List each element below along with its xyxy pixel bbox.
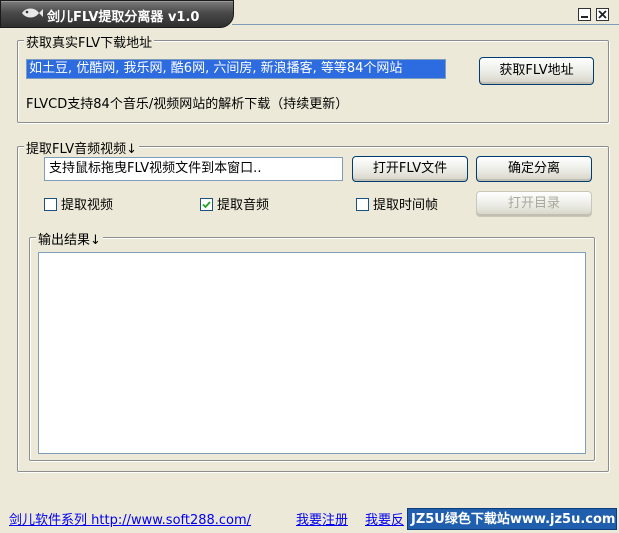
output-group: 输出结果↓ bbox=[29, 229, 595, 461]
checkbox-label: 提取音频 bbox=[217, 198, 270, 213]
register-link[interactable]: 我要注册 bbox=[296, 509, 348, 528]
feedback-link[interactable]: 我要反 bbox=[365, 509, 404, 528]
extract-timeframe-checkbox[interactable]: 提取时间帧 bbox=[356, 194, 439, 213]
minimize-icon bbox=[581, 16, 588, 18]
output-results-box[interactable] bbox=[38, 252, 586, 454]
flvcd-info-text: FLVCD支持84个音乐/视频网站的解析下载（持续更新） bbox=[26, 97, 349, 112]
confirm-split-button[interactable]: 确定分离 bbox=[476, 156, 592, 182]
app-window: 剑儿FLV提取分离器 v1.0 获取真实FLV下载地址 如土豆, 优酷网, 我乐… bbox=[0, 0, 619, 533]
checkbox-box[interactable] bbox=[200, 198, 213, 211]
extract-group: 提取FLV音频视频↓ 支持鼠标拖曳FLV视频文件到本窗口.. 打开FLV文件 确… bbox=[17, 138, 609, 472]
extract-group-title: 提取FLV音频视频↓ bbox=[24, 138, 140, 157]
extract-audio-checkbox[interactable]: 提取音频 bbox=[200, 194, 270, 213]
checkbox-box[interactable] bbox=[44, 198, 57, 211]
checkbox-box[interactable] bbox=[356, 198, 369, 211]
checkmark-icon bbox=[202, 201, 211, 209]
checkbox-label: 提取时间帧 bbox=[373, 198, 439, 213]
open-directory-button[interactable]: 打开目录 bbox=[476, 191, 592, 217]
checkbox-label: 提取视频 bbox=[61, 198, 114, 213]
get-flv-url-button[interactable]: 获取FLV地址 bbox=[479, 57, 594, 85]
minimize-button[interactable] bbox=[578, 8, 591, 21]
title-bar[interactable]: 剑儿FLV提取分离器 v1.0 bbox=[0, 0, 234, 28]
site-list-field[interactable]: 如土豆, 优酷网, 我乐网, 酷6网, 六间房, 新浪播客, 等等84个网站 bbox=[26, 59, 446, 79]
close-icon bbox=[598, 10, 607, 19]
title-divider bbox=[232, 24, 619, 25]
footer: 剑儿软件系列 http://www.soft288.com/ 我要注册 我要反 … bbox=[0, 503, 619, 533]
fetch-url-group: 获取真实FLV下载地址 如土豆, 优酷网, 我乐网, 酷6网, 六间房, 新浪播… bbox=[17, 32, 609, 123]
watermark-banner: JZ5U绿色下载站www.jz5u.com bbox=[407, 508, 617, 530]
fetch-url-group-title: 获取真实FLV下载地址 bbox=[24, 32, 155, 51]
close-button[interactable] bbox=[596, 8, 609, 21]
window-title: 剑儿FLV提取分离器 v1.0 bbox=[47, 10, 200, 25]
website-link[interactable]: 剑儿软件系列 http://www.soft288.com/ bbox=[9, 509, 251, 528]
extract-video-checkbox[interactable]: 提取视频 bbox=[44, 194, 114, 213]
fish-icon bbox=[22, 8, 43, 18]
output-group-title: 输出结果↓ bbox=[36, 229, 103, 248]
drop-file-field[interactable]: 支持鼠标拖曳FLV视频文件到本窗口.. bbox=[44, 157, 343, 181]
open-flv-file-button[interactable]: 打开FLV文件 bbox=[352, 156, 468, 182]
